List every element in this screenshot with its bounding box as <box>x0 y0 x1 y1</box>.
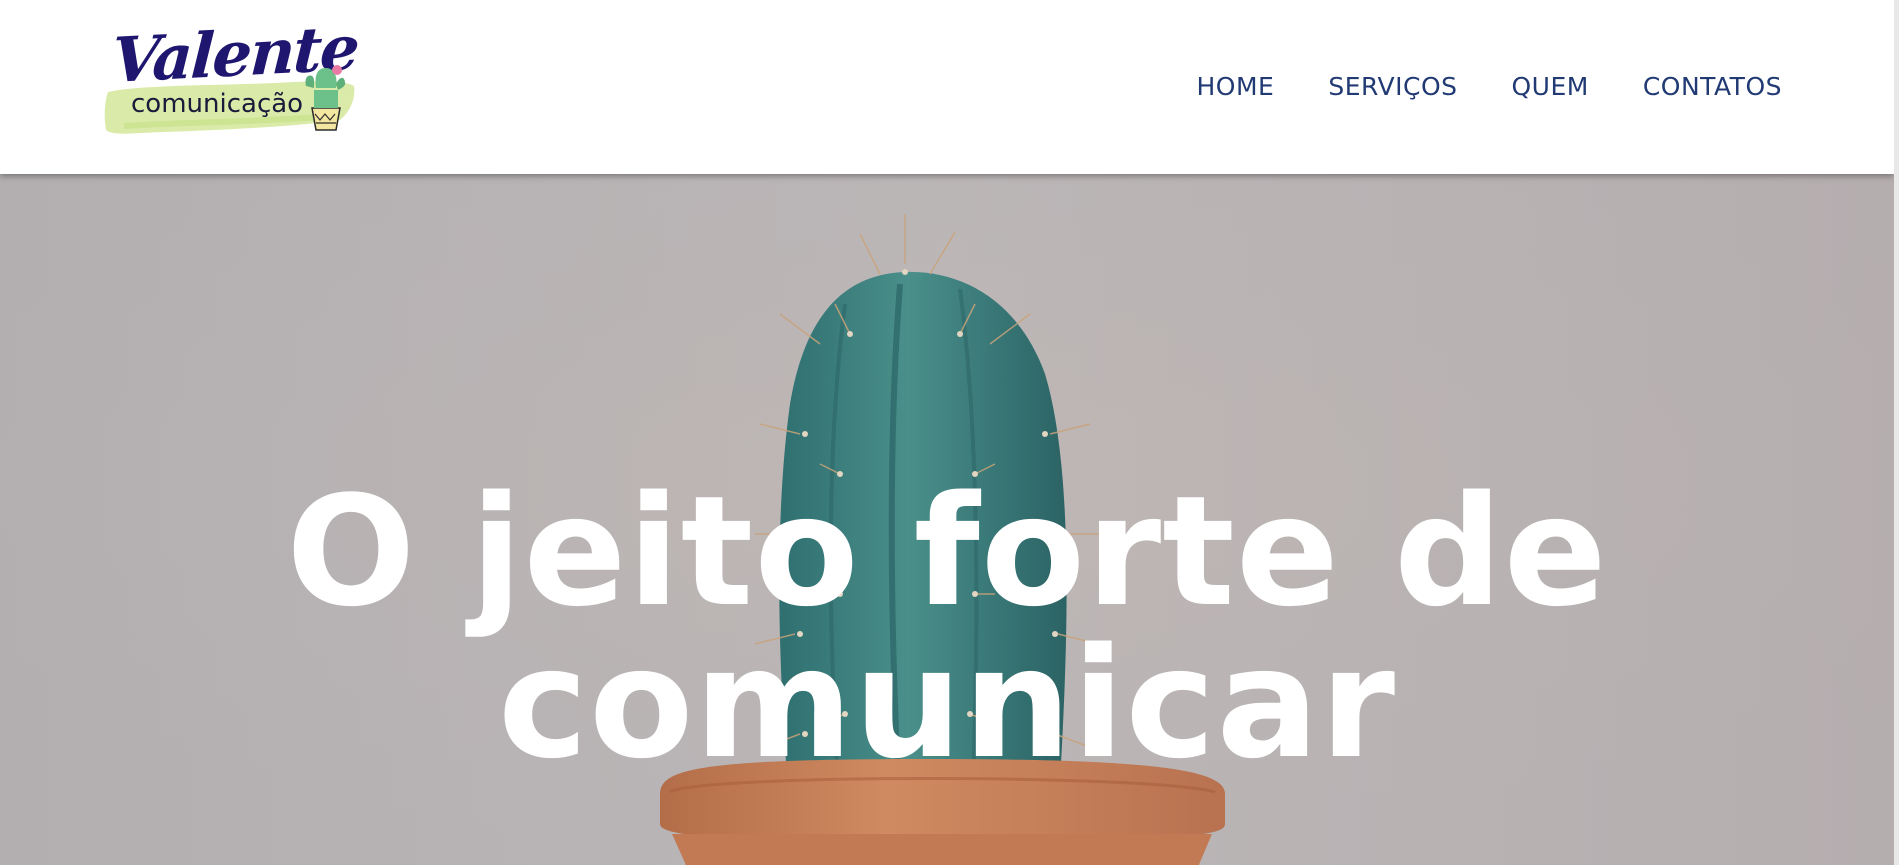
hero-section: O jeito forte de comunicar <box>0 174 1894 865</box>
site-header: Valente comunicação HOME SERVIÇOS QUEM C… <box>0 0 1894 174</box>
nav-servicos-link[interactable]: SERVIÇOS <box>1274 71 1457 103</box>
nav-contatos-link[interactable]: CONTATOS <box>1589 71 1782 103</box>
nav-quem-link[interactable]: QUEM <box>1458 71 1589 103</box>
cactus-pot-icon <box>305 65 346 131</box>
hero-headline: O jeito forte de comunicar <box>0 462 1894 792</box>
hero-headline-line-2: comunicar <box>497 614 1397 792</box>
logo[interactable]: Valente comunicação <box>104 11 360 142</box>
nav-home-link[interactable]: HOME <box>1143 71 1275 103</box>
main-nav: HOME SERVIÇOS QUEM CONTATOS <box>1143 71 1783 103</box>
hero-headline-line-1: O jeito forte de <box>286 462 1608 640</box>
scrollbar[interactable] <box>1894 0 1899 865</box>
